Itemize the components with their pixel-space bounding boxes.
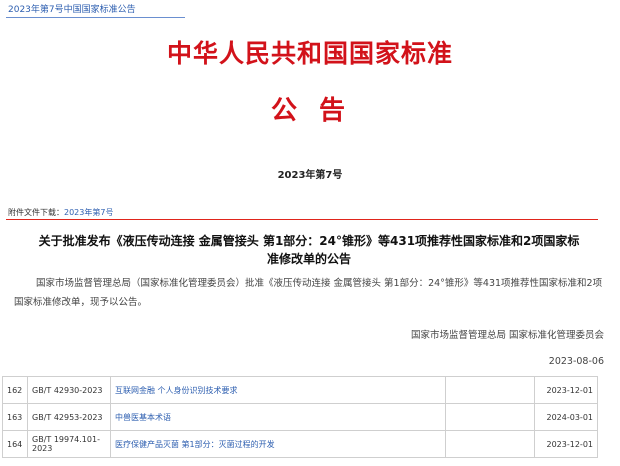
- standard-name-link[interactable]: 医疗保健产品灭菌 第1部分：灭菌过程的开发: [115, 440, 275, 449]
- notice-body: 国家市场监督管理总局（国家标准化管理委员会）批准《液压传动连接 金属管接头 第1…: [14, 278, 603, 308]
- breadcrumb-underline: [6, 17, 185, 18]
- attachment-label: 附件文件下载：: [8, 208, 64, 217]
- row-effective-date: 2023-12-01: [534, 376, 598, 404]
- notice-heading: 关于批准发布《液压传动连接 金属管接头 第1部分：24°锥形》等431项推荐性国…: [14, 232, 604, 268]
- attachment-line: 附件文件下载：2023年第7号: [8, 207, 113, 218]
- row-standard-name: 医疗保健产品灭菌 第1部分：灭菌过程的开发: [110, 430, 446, 458]
- row-standard-name: 互联网金融 个人身份识别技术要求: [110, 376, 446, 404]
- breadcrumb[interactable]: 2023年第7号中国国家标准公告: [8, 2, 136, 15]
- row-standard-code: GB/T 42953-2023: [27, 403, 111, 431]
- table-row: 162 GB/T 42930-2023 互联网金融 个人身份识别技术要求 202…: [2, 376, 598, 404]
- row-effective-date: 2023-12-01: [534, 430, 598, 458]
- table-row: 163 GB/T 42953-2023 中兽医基本术语 2024-03-01: [2, 403, 598, 431]
- standard-name-link[interactable]: 中兽医基本术语: [115, 413, 171, 422]
- row-seq: 162: [2, 376, 28, 404]
- row-blank-cell: [445, 376, 535, 404]
- standards-table: 162 GB/T 42930-2023 互联网金融 个人身份识别技术要求 202…: [2, 376, 598, 458]
- standard-name-link[interactable]: 互联网金融 个人身份识别技术要求: [115, 386, 238, 395]
- row-effective-date: 2024-03-01: [534, 403, 598, 431]
- row-seq: 164: [2, 430, 28, 458]
- row-standard-name: 中兽医基本术语: [110, 403, 446, 431]
- row-blank-cell: [445, 430, 535, 458]
- notice-heading-line2: 准修改单的公告: [266, 252, 351, 266]
- row-standard-code: GB/T 19974.101-2023: [27, 430, 111, 458]
- table-row: 164 GB/T 19974.101-2023 医疗保健产品灭菌 第1部分：灭菌…: [2, 430, 598, 458]
- row-standard-code: GB/T 42930-2023: [27, 376, 111, 404]
- notice-heading-line1: 关于批准发布《液压传动连接 金属管接头 第1部分：24°锥形》等431项推荐性国…: [38, 234, 580, 248]
- attachment-download-link[interactable]: 2023年第7号: [64, 208, 113, 217]
- issue-date: 2023-08-06: [548, 356, 604, 367]
- row-blank-cell: [445, 403, 535, 431]
- document-subtitle: 公告: [270, 96, 367, 126]
- issuer-signature: 国家市场监督管理总局 国家标准化管理委员会: [410, 330, 604, 341]
- header-divider: [6, 219, 598, 220]
- document-title: 中华人民共和国国家标准: [166, 39, 453, 68]
- row-seq: 163: [2, 403, 28, 431]
- issue-number: 2023年第7号: [277, 170, 343, 181]
